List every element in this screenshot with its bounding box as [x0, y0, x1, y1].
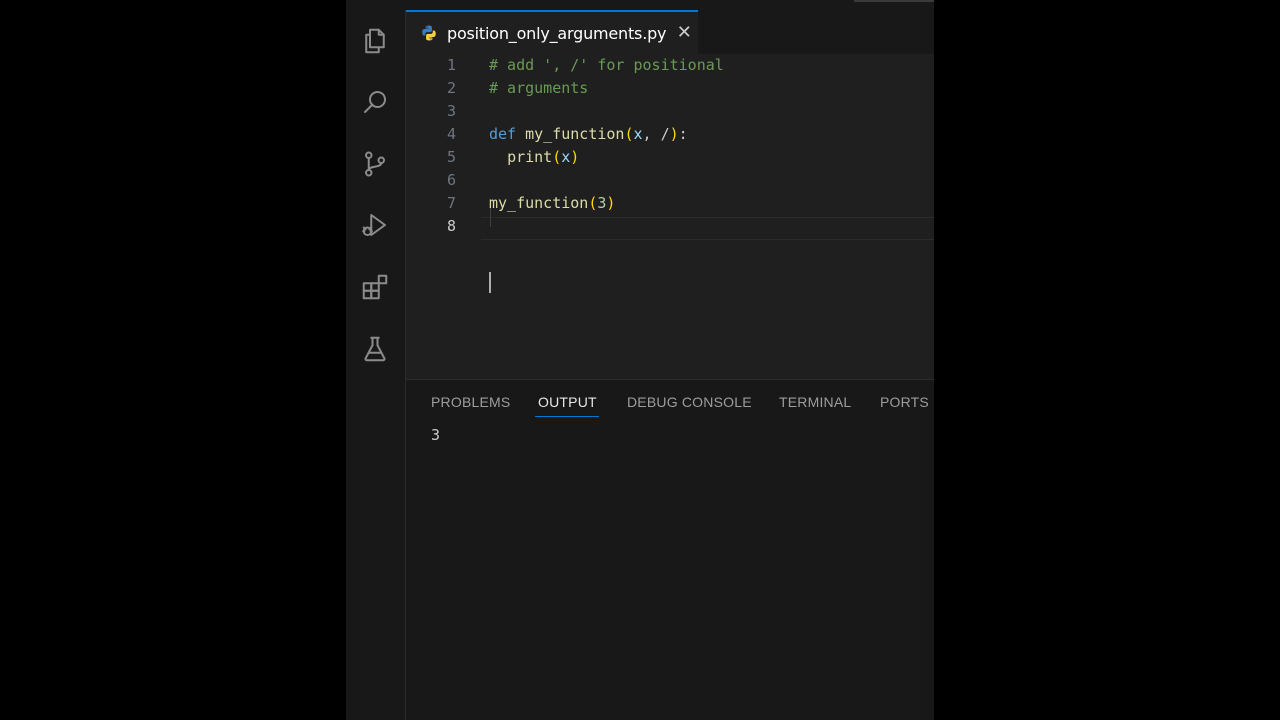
code-token: # arguments: [489, 79, 589, 97]
title-strip-handle: [854, 0, 934, 2]
line-number: 5: [446, 148, 456, 166]
code-line[interactable]: 1 # add ', /' for positional: [406, 54, 934, 77]
code-line[interactable]: 3: [406, 100, 934, 123]
line-number: 2: [446, 79, 456, 97]
source-control-icon[interactable]: [357, 146, 393, 182]
activity-bar: [346, 10, 406, 720]
code-token: x: [561, 148, 571, 166]
vscode-window: position_only_arguments.py ✕ 1 # add ', /…: [346, 0, 934, 720]
code-token: my_function: [489, 194, 589, 212]
editor-tab[interactable]: position_only_arguments.py ✕: [406, 10, 698, 54]
code-token: x: [633, 125, 643, 143]
tab-terminal[interactable]: TERMINAL: [779, 394, 851, 410]
run-debug-icon[interactable]: [357, 207, 393, 243]
code-line[interactable]: 8: [406, 215, 934, 238]
editor-tab-bar: position_only_arguments.py ✕: [406, 10, 934, 54]
output-text: 3: [431, 426, 441, 444]
code-text: # add ', /' for positional: [489, 54, 724, 77]
code-token: :: [678, 125, 688, 143]
title-strip: [346, 0, 934, 10]
tab-debug-console[interactable]: DEBUG CONSOLE: [627, 394, 752, 410]
code-text: def my_function(x, /):: [489, 123, 688, 146]
code-token: (: [624, 125, 634, 143]
code-token: ): [570, 148, 580, 166]
code-token: ): [606, 194, 616, 212]
tab-ports[interactable]: PORTS: [880, 394, 929, 410]
line-number: 3: [446, 102, 456, 120]
code-token: my_function: [525, 125, 625, 143]
code-editor[interactable]: 1 # add ', /' for positional 2 # arguments 3…: [406, 54, 934, 379]
line-number: 1: [446, 56, 456, 74]
close-icon[interactable]: ✕: [676, 24, 692, 42]
code-text: # arguments: [489, 77, 588, 100]
code-token: , /: [642, 125, 670, 143]
code-token: def: [489, 125, 517, 143]
extensions-icon[interactable]: [357, 269, 393, 305]
explorer-icon[interactable]: [357, 23, 393, 59]
code-text: print(x): [489, 146, 579, 169]
code-line[interactable]: 6: [406, 169, 934, 192]
tab-filename: position_only_arguments.py: [447, 23, 667, 43]
line-number: 6: [446, 171, 456, 189]
tab-output[interactable]: OUTPUT: [538, 394, 597, 410]
search-icon[interactable]: [357, 84, 393, 120]
code-line[interactable]: 5 print(x): [406, 146, 934, 169]
line-number: 4: [446, 125, 456, 143]
tab-problems[interactable]: PROBLEMS: [431, 394, 510, 410]
code-line[interactable]: 7 my_function(3): [406, 192, 934, 215]
python-file-icon: [422, 25, 436, 41]
code-token: # add ', /' for positional: [489, 56, 724, 74]
text-cursor: [489, 272, 491, 293]
code-token: print: [507, 148, 553, 166]
bottom-panel: PROBLEMS OUTPUT DEBUG CONSOLE TERMINAL P…: [406, 379, 934, 720]
active-tab-indicator: [535, 416, 599, 417]
code-line[interactable]: 4 def my_function(x, /):: [406, 123, 934, 146]
line-number: 7: [446, 194, 456, 212]
testing-icon[interactable]: [357, 331, 393, 367]
line-number: 8: [446, 217, 456, 235]
code-token: (: [552, 148, 562, 166]
code-token: ): [669, 125, 679, 143]
code-line[interactable]: 2 # arguments: [406, 77, 934, 100]
code-text: my_function(3): [489, 192, 615, 215]
